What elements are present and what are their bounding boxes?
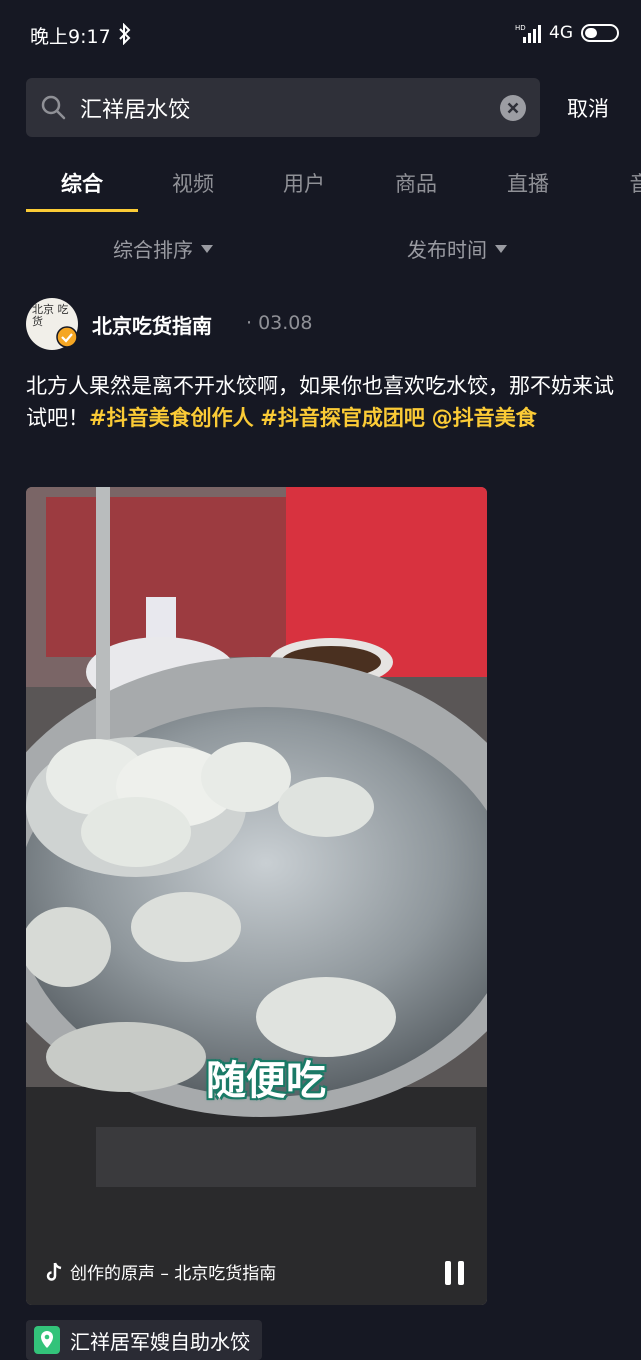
tiktok-icon (46, 1262, 62, 1281)
music-row[interactable]: 创作的原声 – 北京吃货指南 (46, 1259, 276, 1284)
tab-users[interactable]: 用户 (248, 168, 360, 198)
verified-icon (56, 326, 78, 348)
location-pin-icon (34, 1326, 60, 1354)
tab-products[interactable]: 商品 (360, 168, 472, 198)
tab-indicator (26, 209, 138, 212)
signal-icon: HD (515, 24, 541, 43)
video-thumbnail (26, 487, 487, 1305)
hashtag-link[interactable]: #抖音美食创作人 (89, 406, 254, 430)
status-bar: 晚上9:17 HD 4G (0, 0, 641, 70)
location-chip[interactable]: 汇祥居军嫂自助水饺 (26, 1320, 262, 1360)
tab-video[interactable]: 视频 (137, 168, 249, 198)
network-label: 4G (549, 23, 573, 43)
svg-text:HD: HD (515, 24, 526, 32)
bluetooth-icon (119, 23, 131, 45)
time-filter-label: 发布时间 (407, 238, 487, 262)
tab-general[interactable]: 综合 (26, 168, 138, 198)
search-input[interactable] (80, 78, 480, 137)
music-label: 创作的原声 – 北京吃货指南 (70, 1264, 277, 1284)
battery-icon (581, 24, 619, 42)
post-caption: 北方人果然是离不开水饺啊，如果你也喜欢吃水饺，那不妨来试试吧！#抖音美食创作人 … (26, 370, 616, 434)
sort-filter-label: 综合排序 (113, 238, 193, 262)
time-filter[interactable]: 发布时间 (407, 234, 507, 263)
hashtag-link[interactable]: #抖音探官成团吧 (260, 406, 425, 430)
post-date: · 03.08 (246, 312, 313, 334)
caret-down-icon (201, 244, 213, 253)
location-label: 汇祥居军嫂自助水饺 (70, 1329, 250, 1354)
pause-icon[interactable] (442, 1259, 468, 1287)
tab-music[interactable]: 音 (584, 168, 641, 198)
cancel-button[interactable]: 取消 (567, 93, 609, 123)
search-box[interactable] (26, 78, 540, 137)
video-card[interactable]: 随便吃 创作的原声 – 北京吃货指南 (26, 487, 487, 1305)
clear-icon[interactable] (500, 95, 526, 121)
search-icon (41, 95, 66, 120)
post-author[interactable]: 北京吃货指南 (92, 310, 212, 339)
status-right: HD 4G (515, 22, 621, 44)
tab-live[interactable]: 直播 (472, 168, 584, 198)
avatar-text: 北京 吃货 (32, 303, 69, 328)
caret-down-icon (495, 244, 507, 253)
sort-filter[interactable]: 综合排序 (113, 234, 213, 263)
video-overlay-text: 随便吃 (206, 1058, 326, 1104)
status-time: 晚上9:17 (30, 26, 111, 48)
tab-bar: 综合 视频 用户 商品 直播 音 (0, 150, 641, 212)
mention-link[interactable]: @抖音美食 (432, 406, 537, 430)
